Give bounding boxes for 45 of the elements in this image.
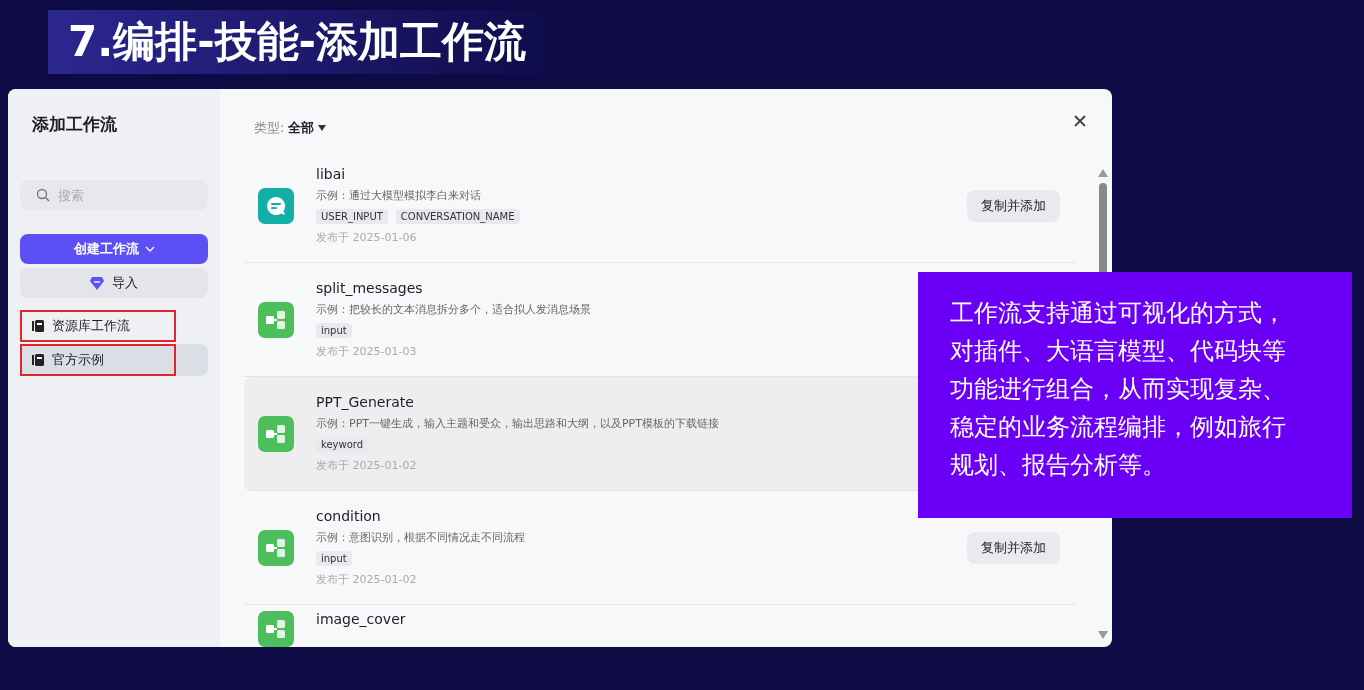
workflow-icon [258,415,294,452]
caret-icon [318,125,327,131]
publish-date: 发布于 2025-01-02 [316,458,417,473]
dialog-title: 添加工作流 [32,113,118,136]
workflow-row[interactable]: libai 示例：通过大模型模拟李白来对话 USER_INPUT CONVERSATION_NAME 发布于 2025-01-06 复制并添加 [244,149,1076,263]
workflow-row[interactable]: image_cover [244,605,1076,647]
publish-date: 发布于 2025-01-06 [316,230,417,245]
import-button[interactable]: 导入 [20,268,208,298]
publish-date: 发布于 2025-01-03 [316,344,417,359]
parameter-tag: input [316,323,352,338]
workflow-description: 示例：通过大模型模拟李白来对话 [316,188,481,203]
close-icon [1072,113,1088,129]
parameter-tag: keyword [316,437,369,452]
book-icon [32,354,44,366]
search-icon [36,188,50,202]
workflow-description: 示例：PPT一键生成，输入主题和受众，输出思路和大纲，以及PPT模板的下载链接 [316,416,719,431]
scroll-down-icon[interactable] [1098,631,1108,639]
workflow-name: libai [316,166,346,182]
workflow-name: split_messages [316,280,423,296]
parameter-tag: input [316,551,352,566]
copy-add-button[interactable]: 复制并添加 [967,189,1060,222]
workflow-icon [258,529,294,566]
gem-icon [90,276,104,290]
create-workflow-button[interactable]: 创建工作流 [20,234,208,264]
workflow-name: condition [316,508,381,524]
chevron-down-icon [144,246,155,252]
parameter-tag: CONVERSATION_NAME [395,209,520,224]
close-button[interactable] [1072,113,1088,129]
workflow-name: PPT_Generate [316,394,414,410]
nav-item[interactable]: 资源库工作流 [20,310,208,342]
filter-label: 类型: [254,119,285,137]
copy-add-button[interactable]: 复制并添加 [967,531,1060,564]
workflow-description: 示例：意图识别，根据不同情况走不同流程 [316,530,525,545]
type-dropdown[interactable]: 全部 [288,119,327,137]
parameter-tag: USER_INPUT [316,209,388,224]
workflow-icon [258,301,294,338]
scroll-up-icon[interactable] [1098,169,1108,177]
workflow-description: 示例：把较长的文本消息拆分多个，适合拟人发消息场景 [316,302,591,317]
workflow-name: image_cover [316,611,406,627]
callout-tooltip: 工作流支持通过可视化的方式，对插件、大语言模型、代码块等功能进行组合，从而实现复杂、稳定的业务流程编排，例如旅行规划、报告分析等。 [918,272,1352,518]
chat-bubble-icon [258,187,294,224]
search-field[interactable]: 搜索 [20,180,208,210]
publish-date: 发布于 2025-01-02 [316,572,417,587]
nav-item[interactable]: 官方示例 [20,344,208,376]
book-icon [32,320,44,332]
